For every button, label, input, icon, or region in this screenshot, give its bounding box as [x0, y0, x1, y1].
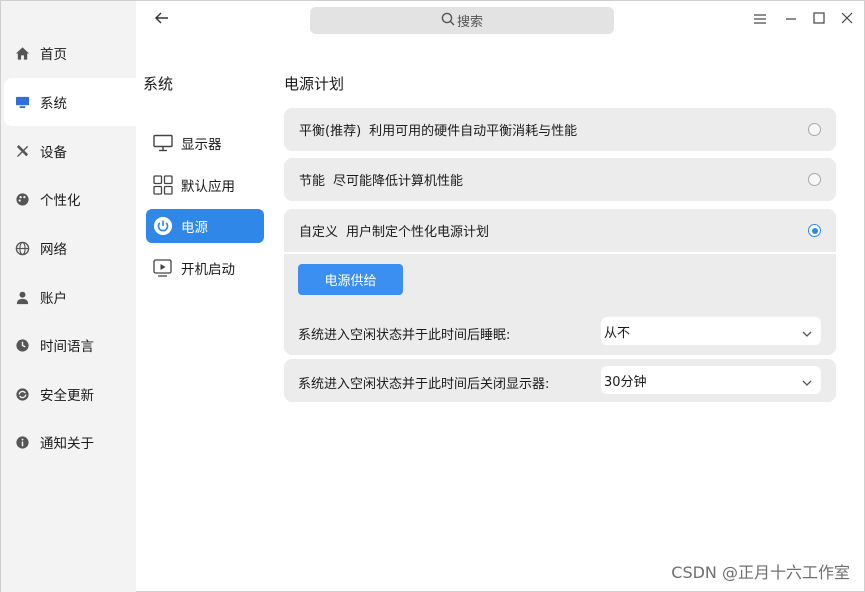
search-icon	[441, 12, 457, 30]
sub-item-label: 显示器	[181, 137, 222, 153]
info-icon	[14, 434, 30, 450]
sleep-setting-label: 系统进入空闲状态并于此时间后睡眠:	[298, 328, 511, 343]
palette-icon	[14, 191, 30, 207]
sub-item-label: 默认应用	[181, 179, 235, 195]
clock-icon	[14, 337, 30, 353]
menu-button[interactable]	[751, 11, 769, 29]
display-off-time-select[interactable]: 30分钟	[601, 366, 821, 394]
nav-item-security-update[interactable]: 安全更新	[4, 370, 136, 418]
search-placeholder: 搜索	[456, 15, 483, 30]
plan-radio-selected[interactable]	[808, 224, 821, 237]
nav-label: 通知关于	[40, 436, 94, 452]
power-supply-tab[interactable]: 电源供给	[298, 264, 403, 295]
chevron-down-icon	[802, 326, 812, 341]
arrow-left-icon	[155, 12, 169, 28]
close-icon	[841, 12, 853, 28]
nav-label: 设备	[40, 145, 67, 161]
sub-item-startup[interactable]: 开机启动	[146, 251, 264, 285]
nav-label: 安全更新	[40, 388, 94, 404]
tools-icon	[14, 143, 30, 159]
plan-description: 利用可用的硬件自动平衡消耗与性能	[369, 124, 578, 139]
shield-icon	[14, 386, 30, 402]
plan-description: 用户制定个性化电源计划	[346, 225, 490, 240]
plan-power-saver[interactable]: 节能 尽可能降低计算机性能	[284, 158, 836, 201]
nav-item-personalization[interactable]: 个性化	[4, 175, 136, 223]
nav-label: 账户	[40, 291, 67, 307]
plan-name: 平衡(推荐)	[299, 124, 362, 139]
close-button[interactable]	[838, 11, 856, 29]
nav-item-system[interactable]: 系统	[4, 78, 136, 126]
plan-custom[interactable]: 自定义 用户制定个性化电源计划	[284, 209, 836, 252]
chevron-down-icon	[802, 375, 812, 390]
user-icon	[14, 289, 30, 305]
nav-label: 时间语言	[40, 339, 94, 355]
sub-item-label: 电源	[181, 220, 208, 236]
sub-item-power[interactable]: 电源	[146, 209, 264, 243]
nav-label: 网络	[40, 242, 67, 258]
sleep-time-select[interactable]: 从不	[601, 317, 821, 345]
back-button[interactable]	[151, 9, 173, 31]
nav-item-home[interactable]: 首页	[4, 29, 136, 77]
plan-balanced[interactable]: 平衡(推荐) 利用可用的硬件自动平衡消耗与性能	[284, 108, 836, 151]
left-nav: 首页 系统 设备 个性化 网络 账户 时间语言 安全更新 通知关于	[1, 1, 136, 592]
monitor-icon	[14, 94, 30, 110]
settings-window: 首页 系统 设备 个性化 网络 账户 时间语言 安全更新 通知关于 搜索 系统 …	[0, 0, 865, 592]
globe-icon	[14, 240, 30, 256]
plan-radio[interactable]	[808, 173, 821, 186]
plan-name: 节能	[299, 174, 326, 189]
plan-name: 自定义	[299, 225, 339, 240]
sub-item-label: 开机启动	[181, 262, 235, 278]
nav-item-time-language[interactable]: 时间语言	[4, 321, 136, 369]
startup-icon	[153, 258, 173, 278]
nav-label: 首页	[40, 47, 67, 63]
maximize-icon	[813, 12, 825, 28]
hamburger-menu-icon	[754, 13, 766, 28]
nav-item-notification-about[interactable]: 通知关于	[4, 418, 136, 466]
page-title: 电源计划	[284, 75, 345, 93]
maximize-button[interactable]	[810, 11, 828, 29]
plan-radio[interactable]	[808, 123, 821, 136]
minimize-icon	[785, 13, 797, 28]
search-input[interactable]: 搜索	[310, 7, 614, 34]
nav-item-network[interactable]: 网络	[4, 224, 136, 272]
sub-item-default-apps[interactable]: 默认应用	[146, 168, 264, 202]
nav-label: 系统	[40, 96, 67, 112]
home-icon	[14, 45, 30, 61]
watermark: CSDN @正月十六工作室	[671, 563, 850, 582]
nav-item-account[interactable]: 账户	[4, 273, 136, 321]
section-title: 系统	[143, 75, 174, 93]
plan-description: 尽可能降低计算机性能	[333, 174, 464, 189]
grid-icon	[153, 175, 173, 195]
power-icon	[153, 216, 173, 236]
select-value: 从不	[604, 325, 631, 341]
nav-item-devices[interactable]: 设备	[4, 127, 136, 175]
select-value: 30分钟	[604, 374, 647, 390]
sub-item-display[interactable]: 显示器	[146, 126, 264, 160]
display-icon	[153, 133, 173, 153]
minimize-button[interactable]	[782, 11, 800, 29]
display-off-setting-label: 系统进入空闲状态并于此时间后关闭显示器:	[298, 377, 550, 392]
nav-label: 个性化	[40, 193, 81, 209]
